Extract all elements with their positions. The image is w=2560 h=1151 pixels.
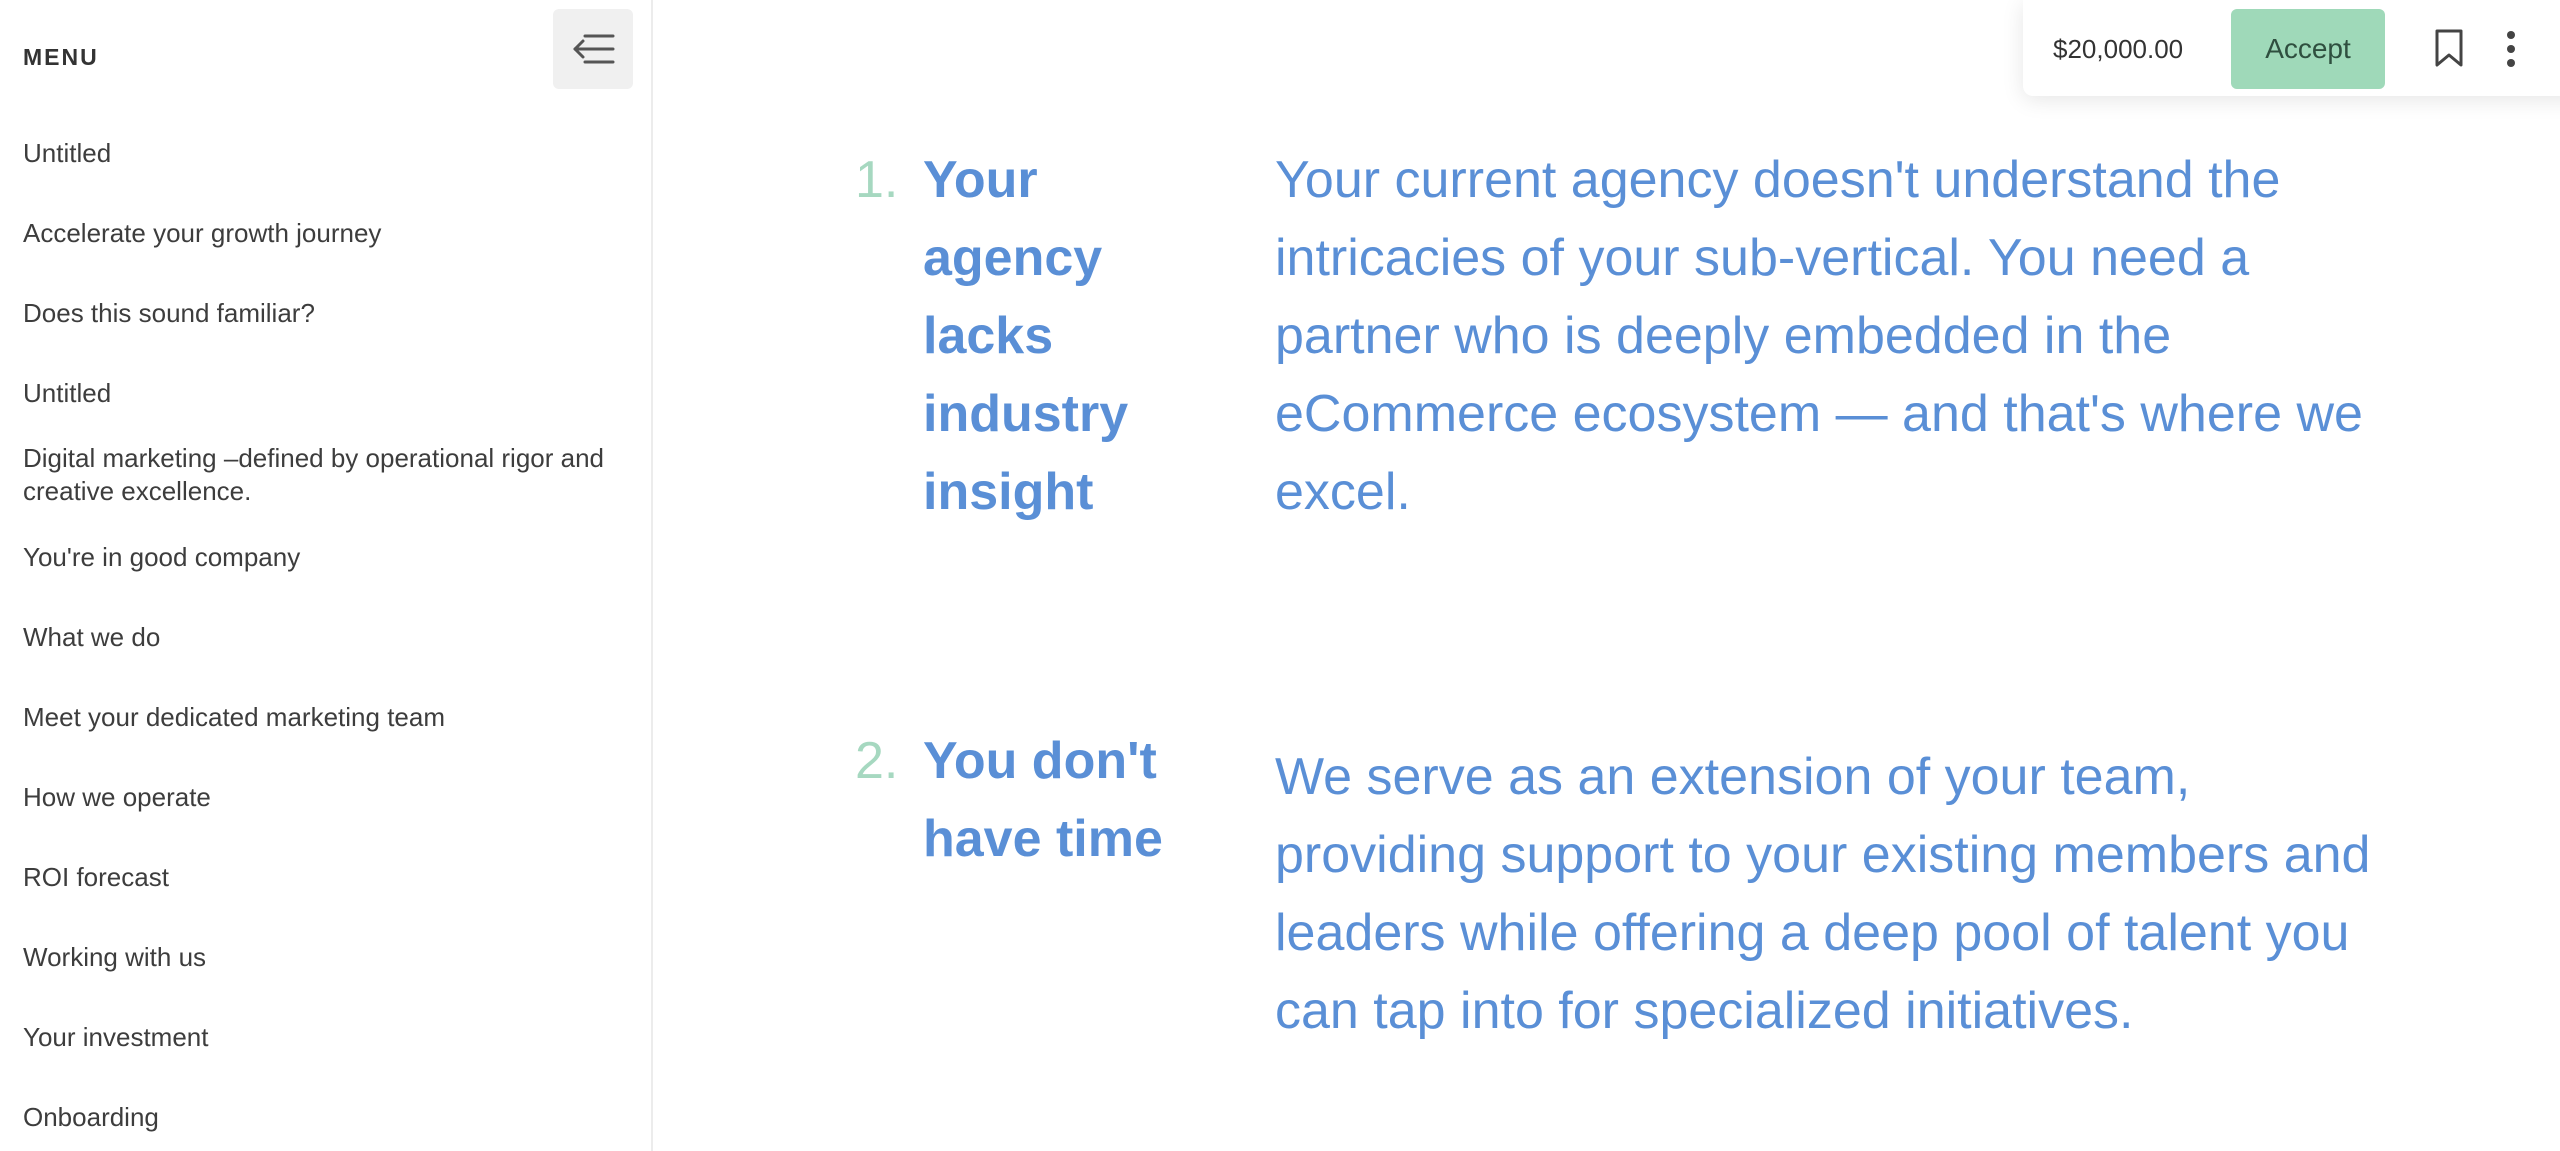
- sidebar-item-sound-familiar[interactable]: Does this sound familiar?: [23, 297, 623, 330]
- section-body: Your current agency doesn't understand t…: [1275, 151, 2363, 521]
- sidebar-item-untitled-2[interactable]: Untitled: [23, 377, 623, 410]
- section-heading: You don't have time: [923, 732, 1163, 868]
- collapse-sidebar-button[interactable]: [553, 9, 633, 89]
- sidebar-item-roi-forecast[interactable]: ROI forecast: [23, 861, 623, 894]
- sidebar-item-good-company[interactable]: You're in good company: [23, 541, 623, 574]
- bookmark-button[interactable]: [2433, 28, 2465, 73]
- section-number: 1.: [855, 151, 899, 209]
- sidebar-item-how-we-operate[interactable]: How we operate: [23, 781, 623, 814]
- sidebar-item-what-we-do[interactable]: What we do: [23, 621, 623, 654]
- proposal-action-bar: $20,000.00 Accept: [2023, 0, 2560, 96]
- section-heading: Your agency lacks industry insight: [923, 151, 1129, 521]
- sidebar-item-marketing-team[interactable]: Meet your dedicated marketing team: [23, 701, 623, 734]
- sidebar-item-untitled-1[interactable]: Untitled: [23, 137, 623, 170]
- sidebar-item-digital-marketing[interactable]: Digital marketing –defined by operationa…: [23, 442, 623, 508]
- proposal-price: $20,000.00: [2053, 34, 2184, 64]
- bookmark-icon: [2435, 29, 2463, 67]
- section-number: 2.: [855, 732, 899, 790]
- main-content: 1. Your agency lacks industry insight Yo…: [655, 0, 2560, 1151]
- collapse-menu-icon: [573, 34, 615, 64]
- sidebar-item-your-investment[interactable]: Your investment: [23, 1021, 623, 1054]
- more-options-button[interactable]: [2505, 30, 2517, 73]
- more-vertical-icon: [2507, 31, 2515, 67]
- accept-button[interactable]: Accept: [2231, 9, 2385, 89]
- sidebar-item-working-with-us[interactable]: Working with us: [23, 941, 623, 974]
- sidebar-item-onboarding[interactable]: Onboarding: [23, 1101, 623, 1134]
- sidebar-item-accelerate-growth[interactable]: Accelerate your growth journey: [23, 217, 623, 250]
- menu-title: MENU: [23, 44, 99, 70]
- section-body: We serve as an extension of your team, p…: [1275, 748, 2371, 1040]
- sidebar: MENU Untitled Accelerate your growth jou…: [0, 0, 653, 1151]
